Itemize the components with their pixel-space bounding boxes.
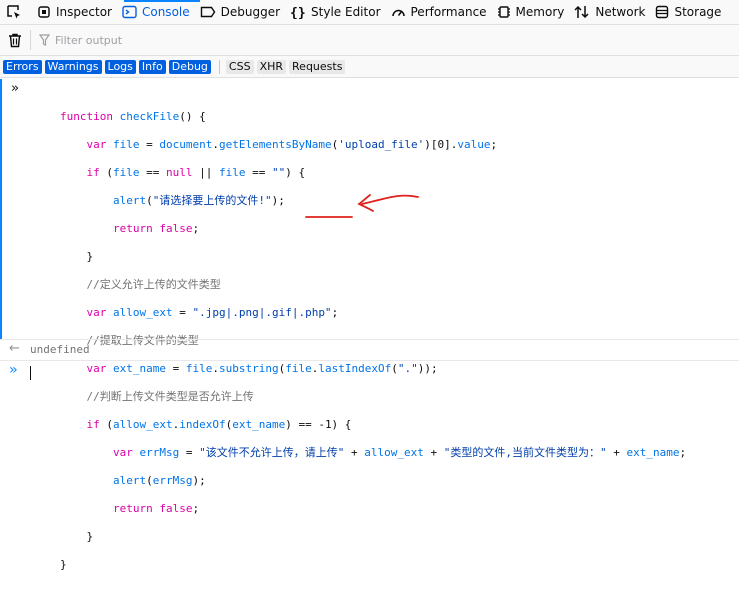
code-line: if (file == null || file == "") { [86,166,306,179]
inspector-icon [38,6,50,18]
code-line: var errMsg = "该文件不允许上传，请上传" + allow_ext … [112,446,687,459]
tab-style-editor[interactable]: {} Style Editor [286,0,386,24]
tab-debugger[interactable]: Debugger [196,0,286,24]
tab-console[interactable]: Console [118,0,196,24]
console-icon [122,5,137,19]
code-line: } [60,530,94,543]
tab-label: Debugger [220,5,281,19]
clear-console-button[interactable] [0,25,30,55]
tab-network[interactable]: Network [570,0,651,24]
chip-requests[interactable]: Requests [289,59,346,74]
code-line: } [60,250,94,263]
filter-placeholder: Filter output [55,33,123,47]
chip-errors[interactable]: Errors [3,59,42,74]
svg-text:{}: {} [290,6,306,19]
code-line: //定义允许上传的文件类型 [86,278,221,291]
style-editor-icon: {} [290,6,306,19]
tab-label: Performance [410,5,487,19]
chip-divider [218,59,220,74]
tab-label: Style Editor [311,5,381,19]
code-line: function checkFile() { [60,110,206,123]
tab-performance[interactable]: Performance [387,0,493,24]
code-line: return false; [112,502,200,515]
network-icon [574,5,589,19]
console-result-entry: ← undefined [0,339,739,361]
debugger-icon [200,6,215,18]
code-line: var file = document.getElementsByName('u… [86,138,498,151]
console-filter-bar: Filter output [0,25,739,56]
console-input[interactable]: » [0,360,739,384]
filter-icon [39,34,50,46]
memory-icon [497,6,510,18]
code-line: var allow_ext = ".jpg|.png|.gif|.php"; [86,306,339,319]
trash-icon [9,33,21,47]
tab-memory[interactable]: Memory [493,0,571,24]
element-picker-icon [7,5,20,19]
chip-warnings[interactable]: Warnings [44,59,102,74]
filter-chips-bar: Errors Warnings Logs Info Debug CSS XHR … [0,56,739,78]
chip-logs[interactable]: Logs [104,59,136,74]
input-caret [30,366,31,380]
devtools-toolbar: Inspector Console Debugger {} Style Edit… [0,0,739,25]
result-arrow-icon: ← [9,341,20,356]
tab-label: Console [141,5,190,19]
storage-icon [656,5,669,19]
chip-debug[interactable]: Debug [168,59,211,74]
toolbar-divider [30,30,31,50]
tab-label: Memory [515,5,565,19]
tab-inspector[interactable]: Inspector [33,0,118,24]
tab-label: Network [595,5,646,19]
chip-info[interactable]: Info [138,59,166,74]
code-line: //判断上传文件类型是否允许上传 [86,390,254,403]
chip-css[interactable]: CSS [225,59,254,74]
command-chevron-icon: » [11,81,19,96]
filter-output-input[interactable]: Filter output [39,34,122,47]
red-annotation-arrow [305,194,419,218]
input-chevron-icon: » [9,362,18,378]
element-picker-button[interactable] [0,0,33,24]
code-line: } [60,558,67,571]
tab-storage[interactable]: Storage [651,0,727,24]
code-line: alert(errMsg); [112,474,206,487]
performance-icon [391,9,405,17]
chip-xhr[interactable]: XHR [256,59,287,74]
tab-label: Inspector [56,5,112,19]
selected-tab-indicator [124,0,200,2]
code-line: if (allow_ext.indexOf(ext_name) == -1) { [86,418,352,431]
result-value: undefined [30,343,90,356]
tab-label: Storage [674,5,722,19]
